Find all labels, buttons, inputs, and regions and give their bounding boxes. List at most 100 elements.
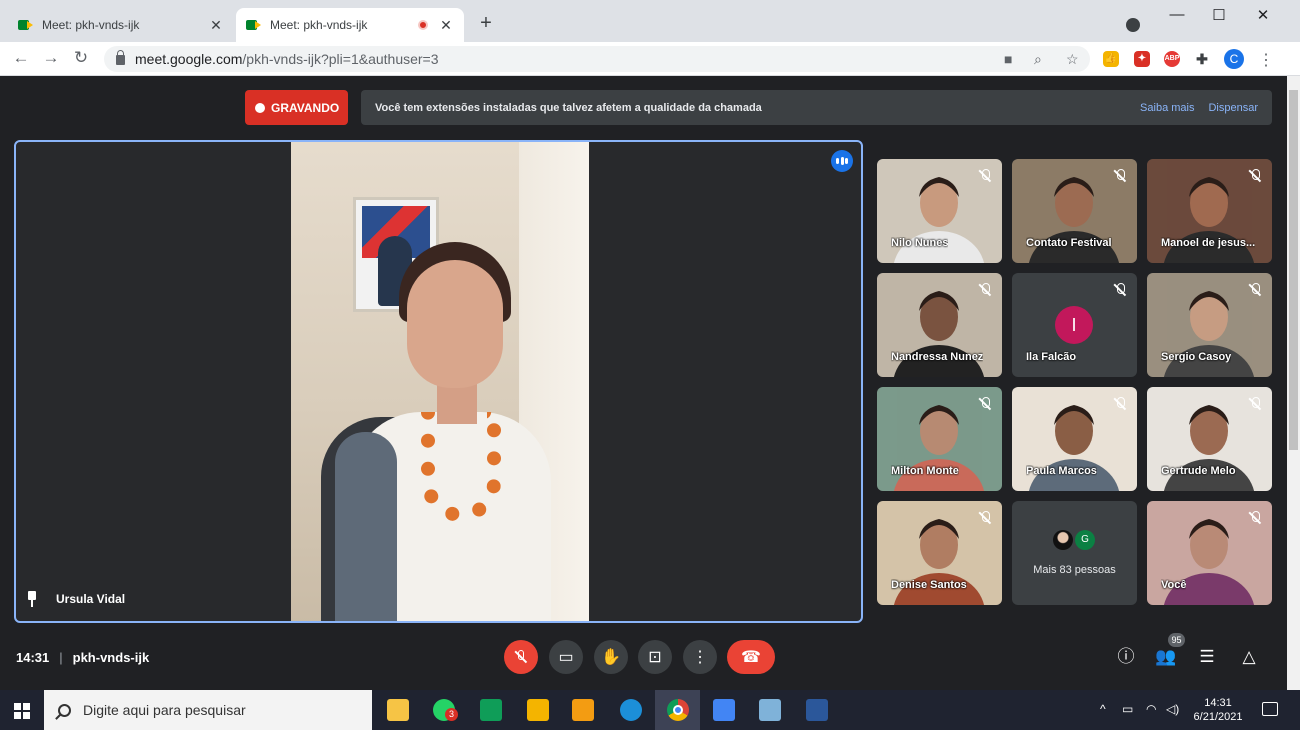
participant-tile[interactable]: I Ila Falcão (1012, 273, 1137, 377)
forward-arrow-icon[interactable]: → (40, 48, 62, 68)
dismiss-link[interactable]: Dispensar (1208, 102, 1258, 114)
extensions-warning-banner: Você tem extensões instaladas que talvez… (361, 90, 1272, 125)
close-tab-icon[interactable]: ✕ (208, 17, 224, 34)
mic-off-icon (1248, 169, 1262, 183)
browser-tab-2[interactable]: Meet: pkh-vnds-ijk ✕ (236, 8, 464, 42)
participant-tile[interactable]: Denise Santos (877, 501, 1002, 605)
presenter-tile[interactable]: Ursula Vidal (14, 140, 863, 623)
profile-menu-icon[interactable] (1126, 18, 1140, 32)
docs-icon[interactable] (713, 699, 735, 721)
taskbar-search-box[interactable]: Digite aqui para pesquisar (44, 690, 372, 730)
participant-tile[interactable]: Paula Marcos (1012, 387, 1137, 491)
avatar: G (1075, 530, 1095, 550)
participant-tile[interactable]: Nandressa Nunez (877, 273, 1002, 377)
scrollbar-thumb[interactable] (1289, 90, 1298, 450)
battery-icon[interactable]: ▭ (1122, 702, 1133, 716)
back-arrow-icon[interactable]: ← (10, 48, 32, 68)
leave-call-button[interactable]: ☎ (727, 640, 775, 674)
tray-expand-icon[interactable]: ^ (1100, 702, 1106, 716)
raise-hand-button[interactable]: ✋ (594, 640, 628, 674)
camera-permission-icon[interactable]: ■ (1004, 46, 1012, 72)
participant-tile[interactable]: G Mais 83 pessoas (1012, 501, 1137, 605)
mic-off-icon (514, 650, 528, 664)
more-options-button[interactable]: ⋮ (683, 640, 717, 674)
divider: | (59, 650, 63, 665)
browser-menu-icon[interactable]: ⋮ (1258, 50, 1274, 70)
browser-tab-1[interactable]: Meet: pkh-vnds-ijk ✕ (8, 8, 234, 42)
recording-dot-icon (255, 102, 265, 113)
mic-off-icon (978, 169, 992, 183)
puzzle-extensions-icon[interactable]: ✚ (1194, 51, 1210, 67)
bookmark-star-icon[interactable]: ☆ (1066, 46, 1079, 72)
word-icon[interactable] (806, 699, 828, 721)
meeting-code: pkh-vnds-ijk (72, 650, 150, 665)
more-vert-icon: ⋮ (692, 649, 708, 666)
meeting-info: 14:31 | pkh-vnds-ijk (16, 650, 149, 665)
edge-icon[interactable] (620, 699, 642, 721)
activities-icon[interactable]: △ (1238, 646, 1260, 668)
present-screen-button[interactable]: ⊡ (638, 640, 672, 674)
new-tab-button[interactable]: + (476, 12, 496, 35)
participant-tile[interactable]: Nilo Nunes (877, 159, 1002, 263)
participant-tile[interactable]: Manoel de jesus... (1147, 159, 1272, 263)
thumb-extension-icon[interactable]: 👍 (1103, 51, 1119, 67)
notifications-icon[interactable] (1262, 702, 1278, 716)
adblock-extension-icon[interactable]: ABP (1164, 51, 1180, 67)
url-path: /pkh-vnds-ijk?pli=1&authuser=3 (242, 51, 439, 67)
camera-toggle-button[interactable]: ▭ (549, 640, 583, 674)
learn-more-link[interactable]: Saiba mais (1140, 102, 1194, 114)
participant-tile[interactable]: Milton Monte (877, 387, 1002, 491)
volume-icon[interactable]: ◁) (1166, 702, 1179, 716)
participant-tile[interactable]: Sergio Casoy (1147, 273, 1272, 377)
participant-tile[interactable]: Contato Festival (1012, 159, 1137, 263)
maximize-button[interactable]: ☐ (1204, 6, 1234, 24)
participant-name: Manoel de jesus... (1161, 237, 1256, 249)
page-scrollbar[interactable] (1287, 76, 1300, 690)
more-people-label: Mais 83 pessoas (1033, 564, 1116, 576)
address-bar[interactable]: meet.google.com/pkh-vnds-ijk?pli=1&authu… (104, 46, 1090, 72)
browser-toolbar: ← → ↻ meet.google.com/pkh-vnds-ijk?pli=1… (0, 42, 1300, 76)
meeting-details-icon[interactable]: ⓘ (1115, 646, 1137, 668)
slides-icon[interactable] (527, 699, 549, 721)
hang-up-icon: ☎ (741, 649, 761, 666)
recording-badge[interactable]: GRAVANDO (245, 90, 348, 125)
mic-toggle-button[interactable] (504, 640, 538, 674)
chat-icon[interactable]: ☰ (1196, 646, 1218, 668)
participant-name: Gertrude Melo (1161, 465, 1236, 477)
search-placeholder: Digite aqui para pesquisar (83, 702, 246, 718)
speaking-indicator-icon (831, 150, 853, 172)
file-explorer-icon[interactable] (387, 699, 409, 721)
profile-avatar[interactable]: C (1224, 49, 1244, 69)
windows-taskbar: Digite aqui para pesquisar 3 ^ ▭ ◠ ◁) 14… (0, 690, 1300, 730)
participant-tile[interactable]: Gertrude Melo (1147, 387, 1272, 491)
browser-tab-strip: Meet: pkh-vnds-ijk ✕ Meet: pkh-vnds-ijk … (0, 0, 1300, 42)
close-window-button[interactable]: ✕ (1248, 6, 1278, 24)
minimize-button[interactable]: — (1162, 6, 1192, 23)
close-tab-icon[interactable]: ✕ (438, 17, 454, 34)
h-app-icon[interactable] (572, 699, 594, 721)
chrome-icon[interactable] (667, 699, 689, 721)
screen: Meet: pkh-vnds-ijk ✕ Meet: pkh-vnds-ijk … (0, 0, 1300, 730)
banner-message: Você tem extensões instaladas que talvez… (375, 101, 762, 114)
avatar (1053, 530, 1073, 550)
mic-off-icon (1113, 283, 1127, 297)
zoom-icon[interactable]: ⌕ (1034, 46, 1042, 72)
people-icon[interactable]: 👥 (1155, 646, 1177, 668)
participant-name: Ila Falcão (1026, 351, 1077, 363)
notes-icon[interactable] (759, 699, 781, 721)
shield-extension-icon[interactable]: ✦ (1134, 51, 1150, 67)
sheets-icon[interactable] (480, 699, 502, 721)
windows-start-icon[interactable] (14, 703, 30, 719)
reload-icon[interactable]: ↻ (70, 48, 92, 68)
presenter-name: Ursula Vidal (56, 592, 126, 606)
presenter-arm (335, 432, 397, 621)
participant-initial-avatar: I (1055, 306, 1093, 344)
meet-favicon-icon (18, 19, 34, 31)
wifi-icon[interactable]: ◠ (1146, 702, 1156, 716)
pin-icon[interactable] (26, 591, 38, 607)
mic-off-icon (1248, 397, 1262, 411)
recording-tab-icon (418, 20, 428, 30)
participant-tile[interactable]: Você (1147, 501, 1272, 605)
mic-off-icon (978, 283, 992, 297)
taskbar-clock[interactable]: 14:31 6/21/2021 (1186, 696, 1250, 724)
